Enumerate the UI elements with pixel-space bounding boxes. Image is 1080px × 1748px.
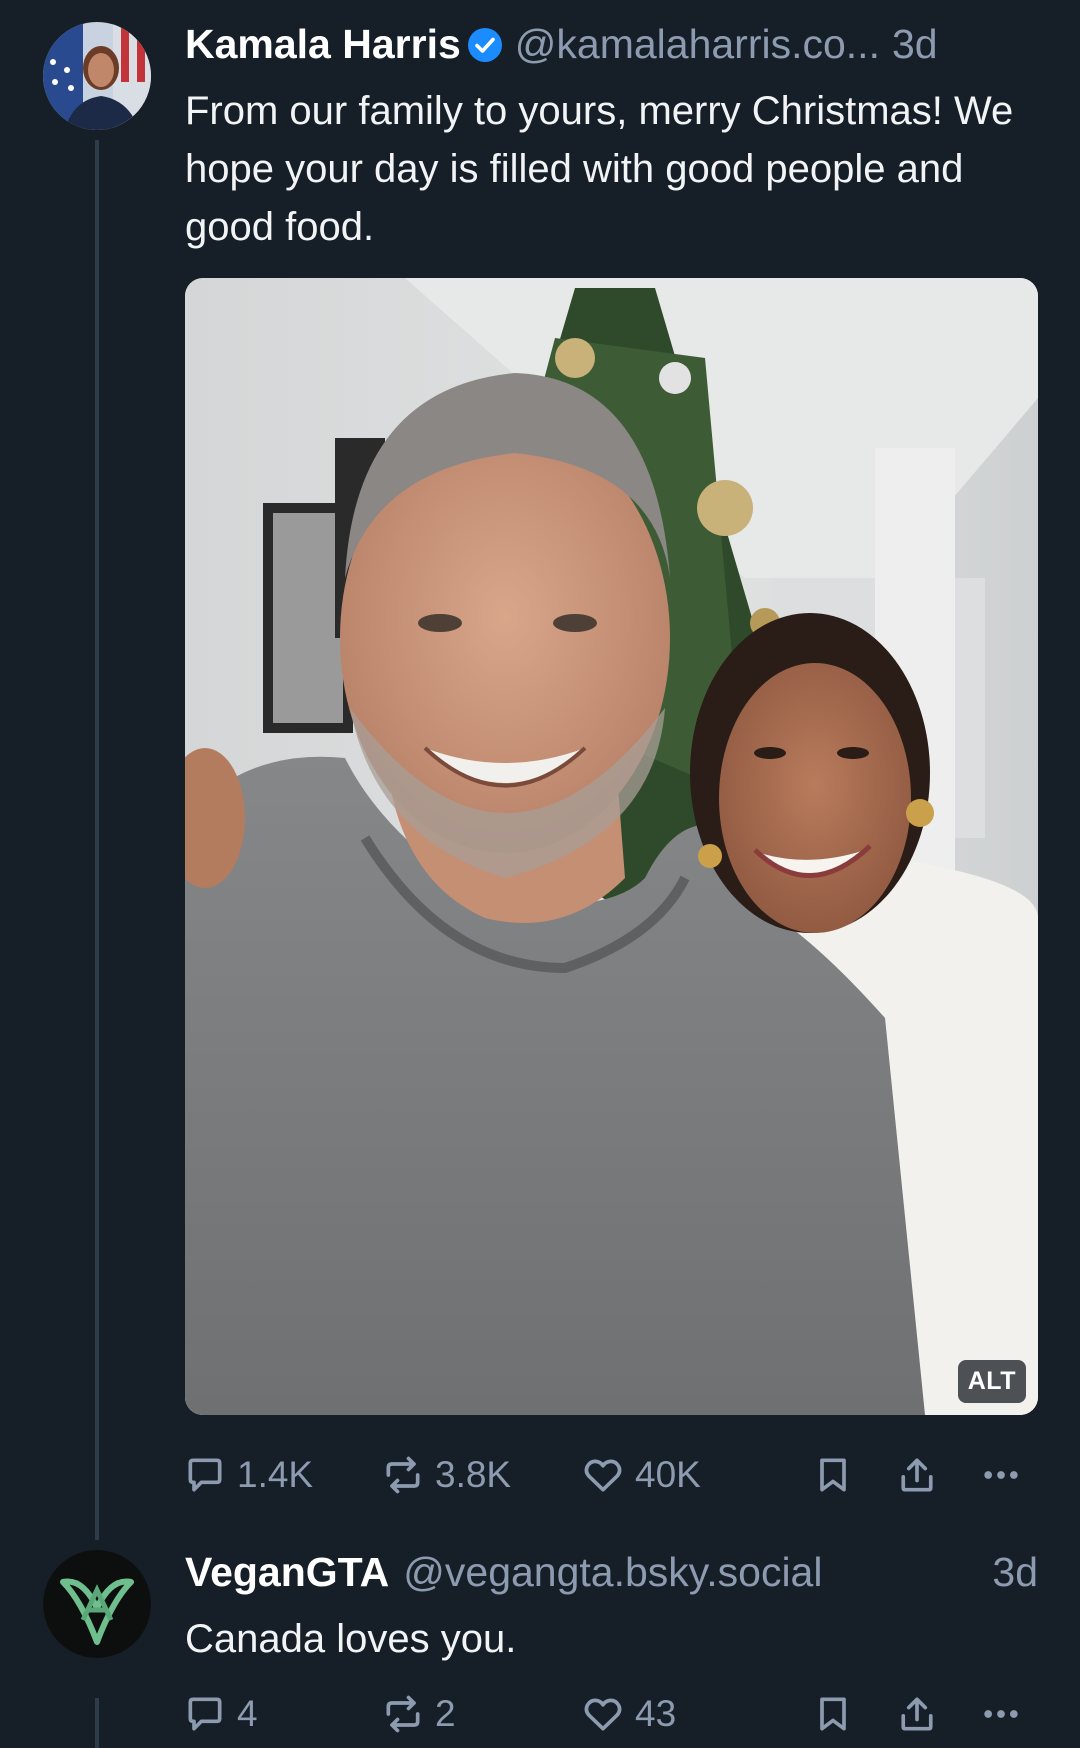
repost-button[interactable]: 2 [381,1684,456,1744]
author-display-name[interactable]: VeganGTA [185,1549,389,1596]
feed: Kamala Harris @kamalaharris.co... 3d Fro… [0,0,1080,1748]
reply-button[interactable]: 4 [183,1684,258,1744]
like-count: 40K [635,1454,701,1495]
bookmark-button[interactable] [811,1684,855,1744]
like-button[interactable]: 40K [581,1445,701,1505]
post-image[interactable]: ALT [185,278,1038,1415]
share-icon [901,1697,933,1731]
share-icon [901,1458,933,1492]
repost-icon [386,1695,420,1733]
bookmark-icon [820,1458,846,1492]
repost-count: 3.8K [435,1454,512,1495]
post-actions: 4 2 43 [183,1684,1043,1744]
post-actions: 1.4K 3.8K 40K [183,1445,1043,1505]
share-button[interactable] [895,1684,939,1744]
repost-button[interactable]: 3.8K [381,1445,511,1505]
post-kamala-harris[interactable]: Kamala Harris @kamalaharris.co... 3d Fro… [0,0,1080,1540]
post-header: VeganGTA @vegangta.bsky.social 3d [185,1544,1038,1600]
reply-icon [188,1697,222,1731]
like-button[interactable]: 43 [581,1684,676,1744]
avatar-kamala-harris[interactable] [43,22,151,130]
more-options-button[interactable] [979,1684,1023,1744]
post-text: From our family to yours, merry Christma… [185,89,1014,249]
post-timestamp[interactable]: 3d [992,1549,1038,1596]
reply-icon [188,1458,222,1492]
like-icon [584,1698,622,1731]
post-timestamp[interactable]: 3d [892,21,938,68]
author-handle[interactable]: @vegangta.bsky.social [403,1549,822,1596]
more-icon [984,1471,1018,1479]
bookmark-button[interactable] [811,1445,855,1505]
avatar-vegangta[interactable] [43,1550,151,1658]
more-options-button[interactable] [979,1445,1023,1505]
author-display-name[interactable]: Kamala Harris [185,21,461,68]
alt-text-badge[interactable]: ALT [957,1360,1026,1403]
thread-line [95,140,99,1540]
reply-count: 1.4K [237,1454,314,1495]
repost-icon [386,1456,420,1494]
repost-count: 2 [435,1693,456,1734]
reply-count: 4 [237,1693,258,1734]
bookmark-icon [820,1697,846,1731]
verified-icon [467,26,503,62]
post-vegangta[interactable]: VeganGTA @vegangta.bsky.social 3d Canada… [0,1540,1080,1748]
post-text: Canada loves you. [185,1617,517,1661]
post-header: Kamala Harris @kamalaharris.co... 3d [185,16,1038,72]
more-icon [984,1710,1018,1718]
author-handle[interactable]: @kamalaharris.co... [515,21,880,68]
like-count: 43 [635,1693,677,1734]
like-icon [584,1459,622,1492]
thread-line [95,1698,99,1748]
share-button[interactable] [895,1445,939,1505]
reply-button[interactable]: 1.4K [183,1445,313,1505]
